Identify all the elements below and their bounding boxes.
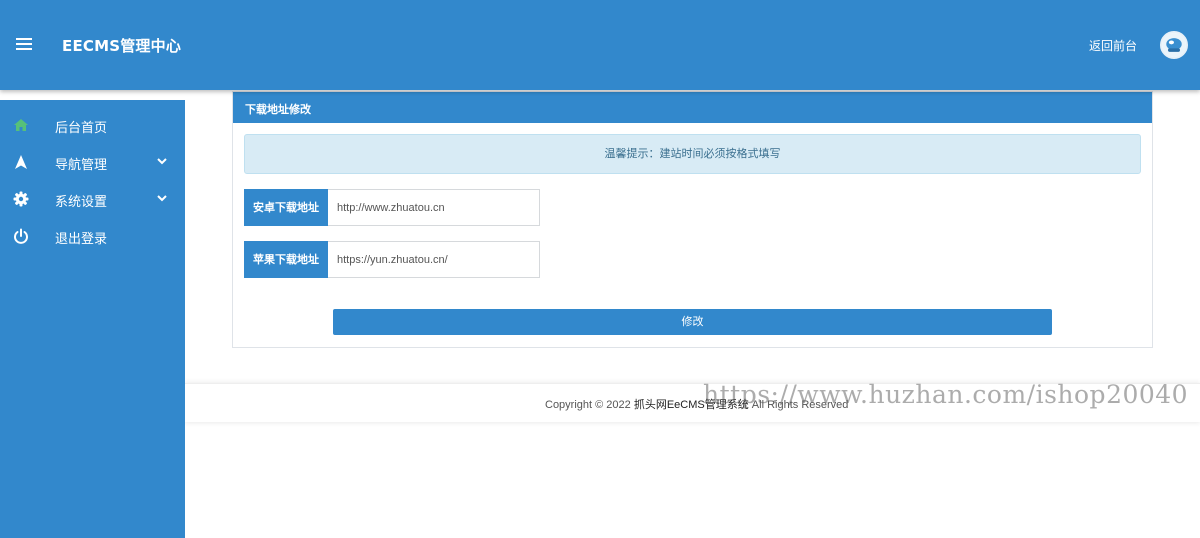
sidebar-item-label: 退出登录 [55, 232, 108, 247]
panel-title: 下载地址修改 [233, 92, 1152, 123]
app-title: EECMS管理中心 [62, 37, 182, 55]
user-avatar-icon[interactable] [1160, 31, 1188, 59]
download-url-panel: 下载地址修改 温馨提示：建站时间必须按格式填写 安卓下载地址 苹果下载地址 修改 [232, 91, 1153, 348]
ios-download-input[interactable] [328, 241, 540, 278]
footer-copyright: Copyright © 2022 抓头网EeCMS管理系统 All Rights… [545, 396, 848, 412]
hamburger-menu-icon[interactable] [14, 35, 34, 55]
top-bar: EECMS管理中心 返回前台 [0, 0, 1200, 90]
rights-text: All Rights Reserved [751, 399, 849, 411]
footer-brand-link[interactable]: 抓头网EeCMS管理系统 [634, 399, 749, 411]
gear-icon [13, 191, 29, 207]
sidebar-item-label: 导航管理 [55, 158, 108, 173]
ios-download-field: 苹果下载地址 [244, 241, 540, 278]
navigation-arrow-icon [15, 155, 27, 169]
sidebar: 后台首页 导航管理 系统设置 退出登录 [0, 100, 185, 538]
sidebar-item-system-settings[interactable]: 系统设置 [0, 180, 185, 217]
home-icon [14, 119, 28, 131]
power-icon [14, 228, 28, 244]
sidebar-item-logout[interactable]: 退出登录 [0, 217, 185, 254]
tip-alert: 温馨提示：建站时间必须按格式填写 [244, 134, 1141, 174]
ios-download-label: 苹果下载地址 [244, 241, 328, 278]
chevron-down-icon [157, 195, 167, 202]
sidebar-item-dashboard[interactable]: 后台首页 [0, 106, 185, 143]
submit-button[interactable]: 修改 [333, 309, 1052, 335]
footer: Copyright © 2022 抓头网EeCMS管理系统 All Rights… [185, 383, 1200, 422]
sidebar-item-label: 系统设置 [55, 195, 108, 210]
android-download-input[interactable] [328, 189, 540, 226]
android-download-field: 安卓下载地址 [244, 189, 540, 226]
sidebar-item-label: 后台首页 [55, 121, 108, 136]
copyright-text: Copyright © 2022 [545, 399, 631, 411]
return-frontend-link[interactable]: 返回前台 [1089, 37, 1137, 54]
android-download-label: 安卓下载地址 [244, 189, 328, 226]
sidebar-item-navigation[interactable]: 导航管理 [0, 143, 185, 180]
chevron-down-icon [157, 158, 167, 165]
